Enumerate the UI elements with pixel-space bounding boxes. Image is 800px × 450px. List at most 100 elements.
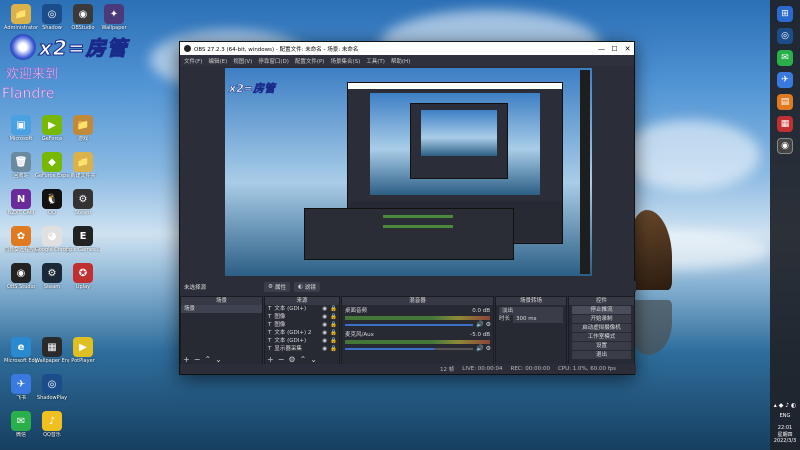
desktop-icon[interactable]: e Microsoft Edge: [4, 337, 38, 364]
remove-icon[interactable]: −: [194, 355, 201, 364]
menu-item[interactable]: 停靠窗口(D): [258, 57, 289, 65]
desktop-icon[interactable]: 🐧 QQ: [35, 189, 69, 216]
preview-canvas[interactable]: x2=房管: [225, 68, 592, 276]
control-button[interactable]: 工作室模式: [572, 333, 631, 341]
source-item[interactable]: T 文本 (GDI+) 2 ◉ 🔒: [265, 329, 339, 337]
menu-item[interactable]: 工具(T): [366, 57, 385, 65]
source-item[interactable]: T 文本 (GDI+) ◉ 🔒: [265, 337, 339, 345]
maximize-icon[interactable]: ☐: [608, 45, 621, 53]
windows-start-icon[interactable]: ⊞: [777, 6, 793, 22]
no-source-label: 未选择源: [184, 284, 207, 291]
desktop-icon[interactable]: 🗑 回收站: [4, 152, 38, 179]
eye-icon[interactable]: ◉: [322, 305, 327, 313]
desktop-icon[interactable]: ◉ OBStudio: [66, 4, 100, 31]
desktop-icon[interactable]: 📁 游戏: [66, 115, 100, 142]
properties-button[interactable]: ⚙ 属性: [264, 281, 290, 292]
obs-titlebar[interactable]: OBS 27.2.3 (64-bit, windows) - 配置文件: 未命名…: [180, 42, 634, 55]
control-button[interactable]: 停止推流: [572, 306, 631, 314]
desktop-icon[interactable]: ◎ Shadow: [35, 4, 69, 31]
source-item[interactable]: T 文本 (GDI+) ◉ 🔒: [265, 305, 339, 313]
lock-icon[interactable]: 🔒: [330, 313, 337, 321]
desktop-icon[interactable]: 📁 新建文件夹: [66, 152, 100, 179]
lock-icon[interactable]: 🔒: [330, 329, 337, 337]
eye-icon[interactable]: ◉: [322, 345, 327, 353]
desktop-icon[interactable]: ▦Wallpaper Engine: [35, 337, 69, 364]
eye-icon[interactable]: ◉: [322, 313, 327, 321]
source-label: 图像: [274, 322, 286, 328]
eye-icon[interactable]: ◉: [322, 337, 327, 345]
gear-icon[interactable]: ⚙: [486, 345, 491, 352]
close-icon[interactable]: ✕: [621, 45, 634, 53]
desktop-icon[interactable]: ⚙ Steam: [66, 189, 100, 216]
obs-taskbar-icon[interactable]: ◉: [777, 138, 793, 154]
eye-icon[interactable]: ◉: [322, 329, 327, 337]
volume-slider[interactable]: [345, 347, 474, 350]
control-button[interactable]: 退出: [572, 351, 631, 359]
desktop-icon-label: QQ: [48, 210, 56, 216]
duration-input[interactable]: 300 ms: [513, 315, 563, 323]
transitions-dock: 场景转场 淡出 时长 300 ms: [495, 296, 567, 366]
scene-item[interactable]: 场景: [181, 305, 262, 313]
desktop-icon[interactable]: ◆GeForce Experience: [35, 152, 69, 179]
source-item[interactable]: T 图像 ◉ 🔒: [265, 321, 339, 329]
desktop-icon[interactable]: EEpic Games Launcher: [66, 226, 100, 253]
desktop-icon[interactable]: ▶ PotPlayer: [66, 337, 100, 364]
desktop-icon[interactable]: ♪ QQ音乐: [35, 411, 69, 438]
lock-icon[interactable]: 🔒: [330, 305, 337, 313]
menu-item[interactable]: 帮助(H): [391, 57, 410, 65]
speaker-icon[interactable]: 🔊: [476, 321, 483, 328]
tray-icons[interactable]: ▴ ◆ ♪ ◐: [770, 402, 800, 409]
wechat-icon[interactable]: ✉: [777, 50, 793, 66]
desktop-icon-label: 微信: [15, 432, 26, 438]
lock-icon[interactable]: 🔒: [330, 337, 337, 345]
control-button[interactable]: 开始录制: [572, 315, 631, 323]
desktop-icon[interactable]: 📁 Administrator: [4, 4, 38, 31]
minimize-icon[interactable]: —: [595, 45, 608, 53]
desktop-icon[interactable]: ◉ OBS Studio: [4, 263, 38, 290]
control-button[interactable]: 设置: [572, 342, 631, 350]
menu-item[interactable]: 文件(F): [184, 57, 202, 65]
shadow-app-icon[interactable]: ◎: [777, 28, 793, 44]
menu-item[interactable]: 配置文件(P): [295, 57, 325, 65]
obs-window[interactable]: OBS 27.2.3 (64-bit, windows) - 配置文件: 未命名…: [179, 41, 636, 375]
eye-icon[interactable]: ◉: [322, 321, 327, 329]
control-button[interactable]: 启动虚拟摄像机: [572, 324, 631, 332]
add-icon[interactable]: +: [183, 355, 190, 364]
app-icon[interactable]: ▦: [777, 116, 793, 132]
move-down-icon[interactable]: ⌄: [215, 355, 222, 364]
volume-slider[interactable]: [345, 323, 474, 326]
folder-icon[interactable]: ▤: [777, 94, 793, 110]
gear-icon[interactable]: ⚙: [486, 321, 491, 328]
desktop-icon[interactable]: ▶ GeForce: [35, 115, 69, 142]
desktop-icon[interactable]: ✉ 微信: [4, 411, 38, 438]
desktop-icon[interactable]: ▣ Microsoft: [4, 115, 38, 142]
move-down-icon[interactable]: ⌄: [310, 355, 317, 364]
desktop-icon[interactable]: ⚙ Steam: [35, 263, 69, 290]
app-icon: ◆: [42, 152, 62, 172]
transition-select[interactable]: 淡出: [499, 307, 563, 315]
menu-item[interactable]: 视图(V): [233, 57, 252, 65]
speaker-icon[interactable]: 🔊: [476, 345, 483, 352]
add-icon[interactable]: +: [267, 355, 274, 364]
desktop-icon[interactable]: ◎ ShadowPlay: [35, 374, 69, 401]
desktop-icon[interactable]: ✿ 向日葵远程控制: [4, 226, 38, 253]
source-item[interactable]: T 显示器采集 ◉ 🔒: [265, 345, 339, 353]
lock-icon[interactable]: 🔒: [330, 321, 337, 329]
lock-icon[interactable]: 🔒: [330, 345, 337, 353]
desktop-icon[interactable]: N NZXT CAM: [4, 189, 38, 216]
filters-button[interactable]: ◐ 滤镜: [293, 281, 320, 292]
desktop-icon[interactable]: ✈ 飞书: [4, 374, 38, 401]
desktop-icon[interactable]: ✪ Uplay: [66, 263, 100, 290]
move-up-icon[interactable]: ⌃: [300, 355, 307, 364]
source-item[interactable]: T 图像 ◉ 🔒: [265, 313, 339, 321]
menu-item[interactable]: 编辑(E): [208, 57, 227, 65]
desktop-icon[interactable]: ◕Google Chrome: [35, 226, 69, 253]
language-indicator[interactable]: ENG: [770, 413, 800, 419]
feishu-icon[interactable]: ✈: [777, 72, 793, 88]
menu-item[interactable]: 场景集合(S): [330, 57, 360, 65]
live-timer: LIVE: 00:00:04: [462, 366, 503, 372]
desktop-icon[interactable]: ✦ Wallpaper: [97, 4, 131, 31]
gear-icon[interactable]: ⚙: [288, 355, 295, 364]
remove-icon[interactable]: −: [278, 355, 285, 364]
move-up-icon[interactable]: ⌃: [204, 355, 211, 364]
